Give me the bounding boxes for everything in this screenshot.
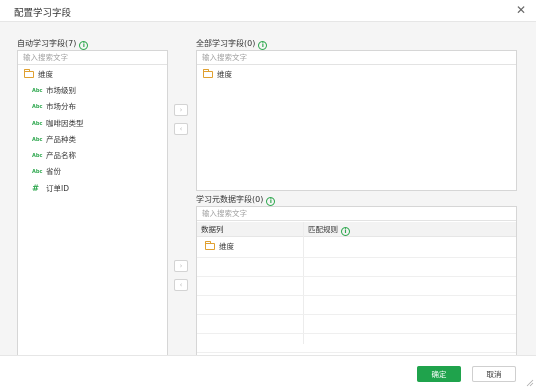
move-left-meta-button[interactable]: ‹ (174, 279, 188, 291)
dialog-body: 自动学习字段(7)i 维度 Abc市场级别 Abc市场分布 Abc咖啡因类型 A… (0, 22, 536, 368)
text-field-icon: Abc (32, 121, 43, 127)
move-right-meta-button[interactable]: › (174, 260, 188, 272)
all-fields-label: 全部学习字段(0) i (196, 38, 268, 50)
folder-label: 维度 (38, 70, 53, 79)
field-label: 咖啡因类型 (46, 119, 84, 128)
folder-icon (24, 69, 34, 78)
field-item[interactable]: Abc 产品名称 (32, 149, 76, 163)
folder-label: 维度 (217, 70, 232, 79)
ok-button[interactable]: 确定 (417, 366, 461, 382)
row-divider (197, 276, 516, 277)
meta-fields-label-text: 学习元数据字段(0) (196, 195, 264, 204)
text-field-icon: Abc (32, 137, 43, 143)
text-field-icon: Abc (32, 153, 43, 159)
column-divider (303, 222, 304, 344)
field-item[interactable]: # 订单ID (32, 182, 69, 196)
field-item[interactable]: Abc 市场分布 (32, 100, 76, 114)
field-label: 市场分布 (46, 102, 76, 111)
text-field-icon: Abc (32, 88, 43, 94)
cancel-button[interactable]: 取消 (472, 366, 516, 382)
move-right-button[interactable]: › (174, 104, 188, 116)
close-icon[interactable]: ✕ (514, 3, 528, 17)
row-divider (197, 295, 516, 296)
meta-fields-label: 学习元数据字段(0) i (196, 194, 276, 206)
row-divider (197, 352, 516, 353)
row-divider (197, 257, 516, 258)
meta-fields-search-input[interactable] (197, 207, 516, 221)
row-divider (197, 333, 516, 334)
field-item[interactable]: Abc 省份 (32, 165, 61, 179)
column-header-rule: 匹配规则 i (308, 222, 350, 237)
auto-fields-label: 自动学习字段(7) i (17, 38, 89, 50)
dialog-footer: 确定 取消 (0, 355, 536, 389)
dialog-title: 配置学习字段 (14, 8, 72, 19)
table-row[interactable]: 维度 (205, 240, 234, 254)
field-item[interactable]: Abc 咖啡因类型 (32, 117, 84, 131)
all-fields-search-input[interactable] (197, 51, 516, 65)
tree-folder-dimension[interactable]: 维度 (203, 68, 232, 82)
resize-handle-icon[interactable] (526, 379, 534, 387)
row-divider (197, 314, 516, 315)
auto-fields-search-input[interactable] (18, 51, 167, 65)
field-label: 省份 (46, 167, 61, 176)
info-icon[interactable]: i (79, 41, 89, 50)
info-icon[interactable]: i (266, 197, 276, 206)
text-field-icon: Abc (32, 169, 43, 175)
info-icon[interactable]: i (258, 41, 268, 50)
tree-folder-dimension[interactable]: 维度 (24, 68, 53, 82)
field-item[interactable]: Abc 市场级别 (32, 84, 76, 98)
field-item[interactable]: Abc 产品种类 (32, 133, 76, 147)
field-label: 市场级别 (46, 86, 76, 95)
field-label: 产品种类 (46, 135, 76, 144)
dialog-titlebar: 配置学习字段 ✕ (0, 0, 536, 22)
folder-icon (203, 69, 213, 78)
numeric-field-icon: # (32, 184, 40, 194)
all-fields-panel: 维度 (196, 50, 517, 191)
auto-fields-panel: 维度 Abc市场级别 Abc市场分布 Abc咖啡因类型 Abc产品种类 Abc产… (17, 50, 168, 368)
auto-fields-label-text: 自动学习字段(7) (17, 39, 77, 48)
text-field-icon: Abc (32, 104, 43, 110)
column-header-data: 数据列 (201, 225, 224, 234)
column-header-rule-label: 匹配规则 (308, 225, 338, 234)
folder-label: 维度 (219, 242, 234, 251)
meta-fields-panel: 数据列 匹配规则i 维度 (196, 206, 517, 365)
folder-icon (205, 241, 215, 250)
field-label: 产品名称 (46, 151, 76, 160)
info-icon[interactable]: i (341, 227, 350, 236)
all-fields-label-text: 全部学习字段(0) (196, 39, 256, 48)
table-header: 数据列 匹配规则 i (197, 222, 516, 237)
config-learning-fields-dialog: 配置学习字段 ✕ 自动学习字段(7)i 维度 Abc市场级别 Abc市场分布 A… (0, 0, 536, 389)
move-left-button[interactable]: ‹ (174, 123, 188, 135)
field-label: 订单ID (46, 184, 69, 193)
